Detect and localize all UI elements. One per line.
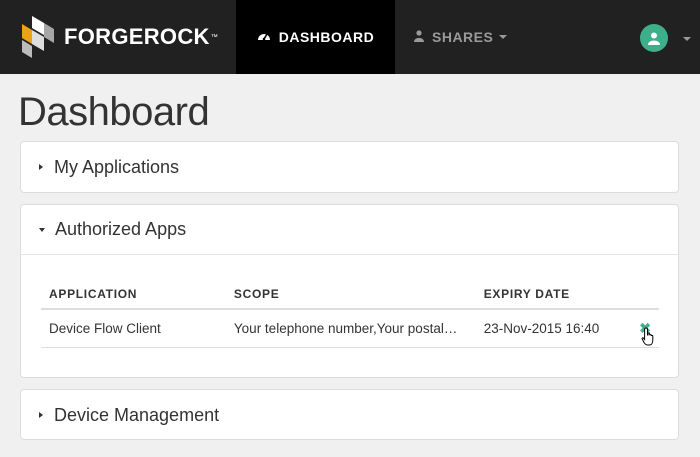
nav-dashboard[interactable]: DASHBOARD — [236, 0, 395, 74]
column-header-actions — [631, 279, 659, 310]
table-row: Device Flow Client Your telephone number… — [41, 309, 659, 348]
forgerock-logo-icon — [22, 16, 54, 58]
tachometer-icon — [257, 29, 271, 45]
nav-dashboard-label: DASHBOARD — [278, 29, 375, 45]
caret-right-icon — [39, 412, 43, 418]
hand-pointer-cursor-icon — [641, 327, 654, 346]
panel-authorized-apps-header[interactable]: Authorized Apps — [21, 205, 678, 255]
cell-expiry-date: 23-Nov-2015 16:40 — [475, 309, 632, 348]
column-header-expiry-date: EXPIRY DATE — [475, 279, 632, 310]
panel-my-applications: My Applications — [20, 141, 679, 193]
user-icon — [648, 32, 660, 45]
user-avatar[interactable] — [640, 24, 668, 52]
nav-shares[interactable]: SHARES — [414, 0, 508, 74]
panel-device-management-header[interactable]: Device Management — [21, 390, 678, 440]
panel-title: My Applications — [54, 156, 180, 177]
chevron-down-icon — [499, 35, 508, 39]
forgerock-logo[interactable]: FORGEROCK ™ — [18, 12, 218, 62]
page-title: Dashboard — [18, 90, 210, 134]
cell-scope: Your telephone number,Your postal… — [225, 309, 476, 348]
top-navbar: FORGEROCK ™ DASHBOARD SHARES — [0, 0, 700, 74]
brand-trademark: ™ — [210, 33, 218, 41]
panel-authorized-apps: Authorized Apps APPLICATION SCOPE EXPIRY… — [20, 204, 679, 378]
panel-device-management: Device Management — [20, 389, 679, 440]
nav-shares-label: SHARES — [432, 29, 494, 45]
panel-title: Authorized Apps — [55, 219, 187, 239]
caret-right-icon — [39, 164, 43, 170]
panel-my-applications-header[interactable]: My Applications — [21, 142, 678, 192]
cell-application: Device Flow Client — [41, 309, 226, 348]
panel-title: Device Management — [54, 404, 220, 425]
caret-down-icon — [39, 227, 45, 232]
column-header-scope: SCOPE — [225, 279, 476, 310]
table-header-row: APPLICATION SCOPE EXPIRY DATE — [41, 279, 659, 310]
authorized-apps-table: APPLICATION SCOPE EXPIRY DATE Device Flo… — [41, 279, 659, 348]
user-icon — [414, 29, 424, 45]
column-header-application: APPLICATION — [41, 279, 226, 310]
brand-name: FORGEROCK — [64, 24, 210, 49]
user-menu-chevron-down-icon[interactable] — [683, 37, 691, 41]
